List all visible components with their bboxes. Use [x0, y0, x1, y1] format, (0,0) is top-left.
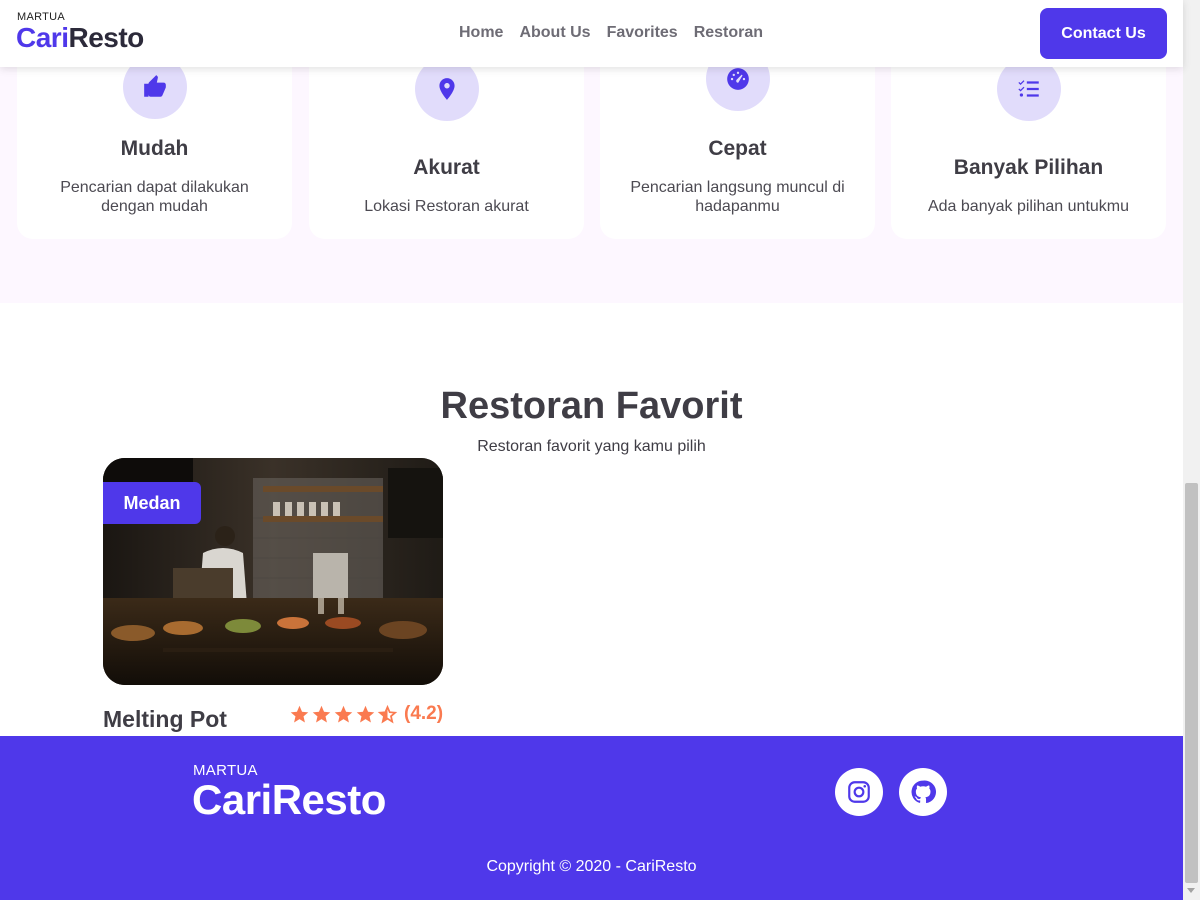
feature-description: Pencarian dapat dilakukan dengan mudah: [60, 179, 249, 215]
feature-title: Akurat: [413, 156, 480, 179]
feature-description: Ada banyak pilihan untukmu: [927, 198, 1130, 215]
scrollbar[interactable]: [1183, 0, 1200, 900]
star-half-icon: [377, 704, 398, 723]
feature-title: Banyak Pilihan: [953, 156, 1104, 179]
footer: MARTUA CariResto Copyright © 2020 - Cari…: [0, 736, 1183, 900]
feature-description: Lokasi Restoran akurat: [364, 198, 529, 215]
rating-value: (4.2): [404, 703, 444, 724]
star-full-icon: [334, 705, 353, 723]
github-link[interactable]: [899, 768, 947, 816]
scroll-down-arrow-icon[interactable]: [1187, 888, 1195, 893]
brand-name: CariResto: [16, 22, 144, 54]
star-full-icon: [312, 705, 331, 723]
nav-link-home[interactable]: Home: [459, 24, 503, 42]
star-full-icon: [290, 705, 309, 723]
instagram-icon: [848, 781, 870, 803]
restaurant-image[interactable]: Medan: [103, 458, 443, 685]
scrollbar-thumb[interactable]: [1185, 483, 1198, 883]
nav-link-favorites[interactable]: Favorites: [607, 24, 678, 42]
brand-cari: Cari: [16, 22, 69, 53]
feature-description: Pencarian langsung muncul di hadapanmu: [630, 179, 845, 215]
navbar: MARTUA CariResto Home About Us Favorites…: [0, 0, 1183, 67]
restaurant-name[interactable]: Melting Pot: [103, 706, 227, 733]
instagram-link[interactable]: [835, 768, 883, 816]
github-icon: [911, 780, 936, 804]
nav-links: Home About Us Favorites Restoran: [459, 24, 763, 42]
star-full-icon: [356, 705, 375, 723]
feature-title: Cepat: [708, 137, 767, 160]
contact-us-button[interactable]: Contact Us: [1040, 8, 1167, 59]
footer-brand-name: CariResto: [192, 776, 386, 823]
copyright-text: Copyright © 2020 - CariResto: [486, 858, 697, 875]
city-badge: Medan: [103, 482, 201, 524]
restaurant-card[interactable]: Medan Melting Pot (4.2): [103, 458, 443, 732]
feature-title: Mudah: [120, 137, 189, 160]
section-subtitle: Restoran favorit yang kamu pilih: [477, 438, 706, 455]
nav-link-restoran[interactable]: Restoran: [694, 24, 763, 42]
nav-link-about-us[interactable]: About Us: [519, 24, 590, 42]
section-title: Restoran Favorit: [440, 385, 743, 427]
brand-resto: Resto: [68, 22, 144, 53]
rating: (4.2): [289, 703, 443, 725]
